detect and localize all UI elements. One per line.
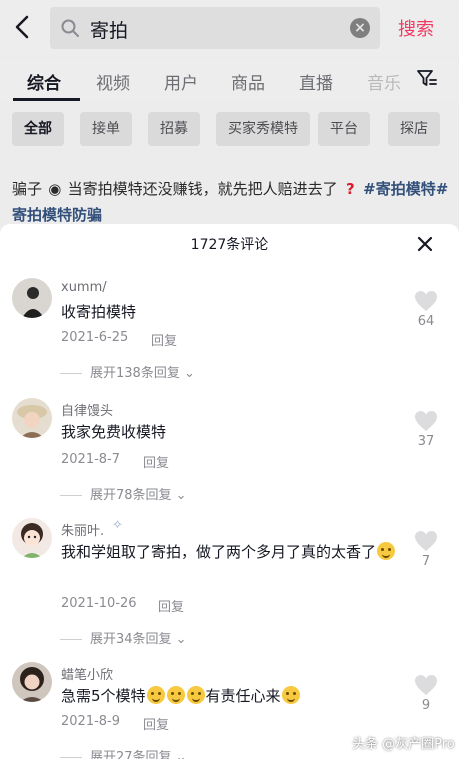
avatar[interactable] [12,662,52,702]
comment-text: 我家免费收模特 [61,423,167,441]
chip-recruit[interactable]: 招募 [148,112,200,146]
hashtag-link[interactable]: #寄拍模特 [363,180,436,198]
chevron-down-icon: ⌄ [171,488,187,503]
fairy-emoji-icon: ✧ [112,518,123,533]
question-mark-icon: ? [346,180,355,198]
comment-text-body: 有责任心来 [205,687,281,705]
clear-icon[interactable]: × [350,18,370,38]
comment-text: 我和学姐取了寄拍，做了两个多月了真的太香了 [61,540,401,564]
active-tab-indicator [13,98,80,101]
expand-replies-button[interactable]: 展开138条回复 ⌄ [60,362,195,381]
chip-store-visit[interactable]: 探店 [388,112,440,146]
comment-text: 急需5个模特 有责任心来 [61,684,401,708]
search-button[interactable]: 搜索 [398,15,434,41]
heart-icon[interactable] [414,290,438,312]
comment-date: 2021-6-25 [61,330,129,345]
like-count: 7 [421,554,431,569]
reply-button[interactable]: 回复 [151,330,177,349]
reply-button[interactable]: 回复 [158,596,184,615]
like-count: 64 [417,314,435,329]
video-caption: 骗子 ◉ 当寄拍模特还没赚钱，就先把人赔进去了 ? #寄拍模特#寄拍模特防骗 [12,176,452,228]
search-icon [61,19,79,37]
chevron-down-icon: ⌄ [171,750,187,759]
expand-replies-label: 展开78条回复 [90,488,172,503]
tab-products[interactable]: 商品 [231,69,265,94]
ear-emoji-icon: ◉ [48,180,62,198]
like-count: 9 [421,698,431,713]
chip-buyer-model[interactable]: 买家秀模特 [216,112,310,146]
close-icon[interactable] [414,233,436,255]
chevron-down-icon: ⌄ [171,632,187,647]
comment-text-body: 急需5个模特 [61,687,146,705]
avatar[interactable] [12,518,52,558]
caption-text-1: 骗子 [12,180,43,198]
emoji-icon [281,686,300,704]
divider [60,495,82,496]
divider [60,373,82,374]
reply-button[interactable]: 回复 [143,714,169,733]
back-arrow-icon[interactable] [10,12,34,42]
avatar[interactable] [12,398,52,438]
comment-username[interactable]: 蜡笔小欣 [61,664,113,683]
tab-users[interactable]: 用户 [164,69,198,94]
expand-replies-button[interactable]: 展开78条回复 ⌄ [60,484,187,503]
expand-replies-label: 展开27条回复 [90,750,172,759]
heart-icon[interactable] [414,410,438,432]
emoji-icon [166,686,185,704]
search-input[interactable]: 寄拍 × [50,7,380,49]
reply-button[interactable]: 回复 [143,452,169,471]
comment-date: 2021-8-9 [61,714,121,729]
watermark: 头条 @灰产圈Pro [352,737,455,752]
caption-text-2: 当寄拍模特还没赚钱，就先把人赔进去了 [67,180,338,198]
heart-icon[interactable] [414,530,438,552]
comment-date: 2021-8-7 [61,452,121,467]
comment-item: xumm/ 收寄拍模特 2021-6-25 回复 展开138条回复 ⌄ 64 [0,278,459,408]
avatar[interactable] [12,278,52,318]
chip-all[interactable]: 全部 [12,112,64,146]
comment-username[interactable]: xumm/ [61,280,107,295]
expand-replies-button[interactable]: 展开34条回复 ⌄ [60,628,187,647]
expand-replies-button[interactable]: 展开27条回复 ⌄ [60,746,187,759]
filter-icon[interactable] [416,68,438,90]
comment-text-body: 我和学姐取了寄拍，做了两个多月了真的太香了 [61,543,377,561]
comment-text: 收寄拍模特 [61,303,137,321]
expand-replies-label: 展开138条回复 [90,366,180,381]
like-count: 37 [417,434,435,449]
category-tabs: 综合 视频 用户 商品 直播 音乐 [0,60,459,102]
emoji-icon [186,686,205,704]
tab-live[interactable]: 直播 [299,69,333,94]
tab-music[interactable]: 音乐 [367,69,401,94]
comment-username[interactable]: 朱丽叶. [61,520,104,539]
comments-count-title: 1727条评论 [190,237,269,253]
comment-item: 朱丽叶. ✧ 我和学姐取了寄拍，做了两个多月了真的太香了 2021-10-26 … [0,518,459,658]
emoji-icon [146,686,165,704]
tab-videos[interactable]: 视频 [96,69,130,94]
top-bar: 寄拍 × 搜索 [0,0,459,56]
smile-emoji-icon [377,542,396,560]
tab-comprehensive[interactable]: 综合 [27,69,61,94]
comment-date: 2021-10-26 [61,596,137,611]
divider [60,757,82,758]
chip-platform[interactable]: 平台 [318,112,370,146]
chip-orders[interactable]: 接单 [80,112,132,146]
expand-replies-label: 展开34条回复 [90,632,172,647]
divider [60,639,82,640]
comment-item: 自律馒头 我家免费收模特 2021-8-7 回复 展开78条回复 ⌄ 37 [0,398,459,528]
chevron-down-icon: ⌄ [179,366,195,381]
comments-sheet: 1727条评论 xumm/ 收寄拍模特 2021-6-25 回复 展开138条回… [0,224,459,759]
search-query[interactable]: 寄拍 [90,16,128,43]
filter-chips: 全部 接单 招募 买家秀模特 平台 探店 [0,109,459,151]
comment-username[interactable]: 自律馒头 [61,400,113,419]
heart-icon[interactable] [414,674,438,696]
